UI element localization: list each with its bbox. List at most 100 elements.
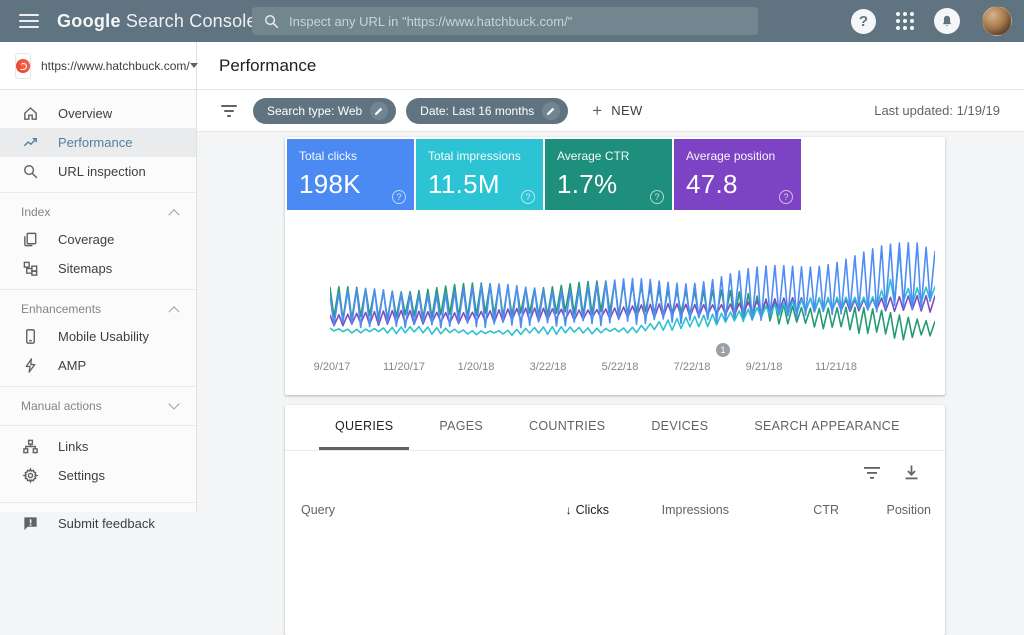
sidebar-item-mobile-usability[interactable]: Mobile Usability <box>0 322 196 351</box>
topbar-actions: ? <box>851 0 1024 42</box>
dimensions-table-card: QUERIES PAGES COUNTRIES DEVICES SEARCH A… <box>285 405 945 635</box>
x-tick: 11/21/18 <box>815 361 857 373</box>
column-clicks[interactable]: ↓Clicks <box>499 503 609 517</box>
sidebar-item-overview[interactable]: Overview <box>0 99 196 128</box>
tab-search-appearance[interactable]: SEARCH APPEARANCE <box>738 405 915 450</box>
help-question-icon[interactable]: ? <box>392 190 406 204</box>
new-filter-button[interactable]: + NEW <box>592 101 642 121</box>
help-icon[interactable]: ? <box>851 9 876 34</box>
coverage-pages-icon <box>21 231 39 249</box>
filter-chip-date[interactable]: Date: Last 16 months <box>406 98 568 124</box>
home-icon <box>21 105 39 123</box>
table-toolbar <box>285 451 945 495</box>
app-logo[interactable]: GoogleSearch Console <box>57 11 257 32</box>
filter-list-icon[interactable] <box>221 105 237 117</box>
sidebar-nav: Overview Performance URL inspection Inde… <box>0 90 196 538</box>
help-question-icon[interactable]: ? <box>779 190 793 204</box>
sidebar-item-coverage[interactable]: Coverage <box>0 225 196 254</box>
last-updated-text: Last updated: 1/19/19 <box>874 103 1000 118</box>
download-icon[interactable] <box>904 465 919 481</box>
main-content: Performance Search type: Web Date: Last … <box>197 42 1024 512</box>
chevron-down-icon <box>190 63 198 68</box>
filter-chip-search-type[interactable]: Search type: Web <box>253 98 396 124</box>
help-question-icon[interactable]: ? <box>521 190 535 204</box>
tab-devices[interactable]: DEVICES <box>635 405 724 450</box>
feedback-icon <box>21 515 39 533</box>
metric-total-impressions[interactable]: Total impressions 11.5M ? <box>416 139 543 210</box>
sidebar-item-settings[interactable]: Settings <box>0 461 196 490</box>
sitemap-tree-icon <box>21 260 39 278</box>
performance-chart-icon <box>21 134 39 152</box>
x-tick: 11/20/17 <box>383 361 425 373</box>
search-icon <box>264 14 279 29</box>
sidebar-item-performance[interactable]: Performance <box>0 128 196 157</box>
edit-pencil-icon[interactable] <box>370 102 388 120</box>
menu-icon[interactable] <box>19 14 39 28</box>
user-avatar[interactable] <box>982 6 1012 36</box>
metric-average-ctr[interactable]: Average CTR 1.7% ? <box>545 139 672 210</box>
chart-annotation-marker[interactable]: 1 <box>716 343 730 357</box>
x-tick: 1/20/18 <box>458 361 495 373</box>
sidebar-item-links[interactable]: Links <box>0 432 196 461</box>
metric-cards: Total clicks 198K ? Total impressions 11… <box>285 137 945 210</box>
x-tick: 3/22/18 <box>530 361 567 373</box>
metric-average-position[interactable]: Average position 47.8 ? <box>674 139 801 210</box>
divider <box>0 502 196 503</box>
sidebar-item-amp[interactable]: AMP <box>0 351 196 380</box>
x-axis-ticks: 9/20/17 11/20/17 1/20/18 3/22/18 5/22/18… <box>285 361 945 375</box>
page-header: Performance <box>197 42 1024 90</box>
tab-countries[interactable]: COUNTRIES <box>513 405 621 450</box>
links-tree-icon <box>21 438 39 456</box>
property-favicon <box>15 53 31 79</box>
sidebar-item-submit-feedback[interactable]: Submit feedback <box>0 509 196 538</box>
property-selector[interactable]: https://www.hatchbuck.com/ <box>0 42 196 90</box>
x-tick: 9/21/18 <box>746 361 783 373</box>
chevron-up-icon <box>168 209 179 220</box>
top-app-bar: GoogleSearch Console Inspect any URL in … <box>0 0 1024 42</box>
brand-product: Search Console <box>126 11 257 31</box>
tab-queries[interactable]: QUERIES <box>319 405 409 450</box>
chevron-up-icon <box>168 306 179 317</box>
notifications-bell-icon[interactable] <box>934 8 960 34</box>
sidebar: https://www.hatchbuck.com/ Overview Perf… <box>0 42 197 512</box>
divider <box>0 289 196 290</box>
line-chart[interactable] <box>330 230 935 348</box>
sidebar-section-enhancements[interactable]: Enhancements <box>0 296 196 322</box>
metric-total-clicks[interactable]: Total clicks 198K ? <box>287 139 414 210</box>
table-filter-icon[interactable] <box>864 466 880 480</box>
column-impressions[interactable]: Impressions <box>609 503 729 517</box>
brand-google: Google <box>57 11 121 31</box>
url-inspect-search-input[interactable]: Inspect any URL in "https://www.hatchbuc… <box>252 7 758 35</box>
column-ctr[interactable]: CTR <box>729 503 839 517</box>
performance-chart <box>330 230 935 348</box>
column-query[interactable]: Query <box>301 503 499 517</box>
magnifier-icon <box>21 163 39 181</box>
lightning-bolt-icon <box>21 357 39 375</box>
content-area: Total clicks 198K ? Total impressions 11… <box>197 132 1024 512</box>
divider <box>0 192 196 193</box>
divider <box>0 425 196 426</box>
apps-grid-icon[interactable] <box>896 12 914 30</box>
edit-pencil-icon[interactable] <box>542 102 560 120</box>
x-tick: 5/22/18 <box>602 361 639 373</box>
smartphone-icon <box>21 328 39 346</box>
sort-desc-icon: ↓ <box>566 503 572 517</box>
table-header-row: Query ↓Clicks Impressions CTR Position <box>285 495 945 523</box>
filter-toolbar: Search type: Web Date: Last 16 months + … <box>197 90 1024 132</box>
gear-icon <box>21 467 39 485</box>
dimension-tabs: QUERIES PAGES COUNTRIES DEVICES SEARCH A… <box>285 405 945 451</box>
plus-icon: + <box>592 101 602 121</box>
divider <box>0 386 196 387</box>
chevron-down-icon <box>168 398 179 409</box>
search-placeholder: Inspect any URL in "https://www.hatchbuc… <box>289 14 572 29</box>
sidebar-section-index[interactable]: Index <box>0 199 196 225</box>
page-title: Performance <box>219 56 316 76</box>
property-url: https://www.hatchbuck.com/ <box>41 59 190 73</box>
sidebar-item-sitemaps[interactable]: Sitemaps <box>0 254 196 283</box>
performance-chart-card: Total clicks 198K ? Total impressions 11… <box>285 137 945 395</box>
tab-pages[interactable]: PAGES <box>423 405 499 450</box>
sidebar-section-manual-actions[interactable]: Manual actions <box>0 393 196 419</box>
sidebar-item-url-inspection[interactable]: URL inspection <box>0 157 196 186</box>
column-position[interactable]: Position <box>839 503 931 517</box>
help-question-icon[interactable]: ? <box>650 190 664 204</box>
